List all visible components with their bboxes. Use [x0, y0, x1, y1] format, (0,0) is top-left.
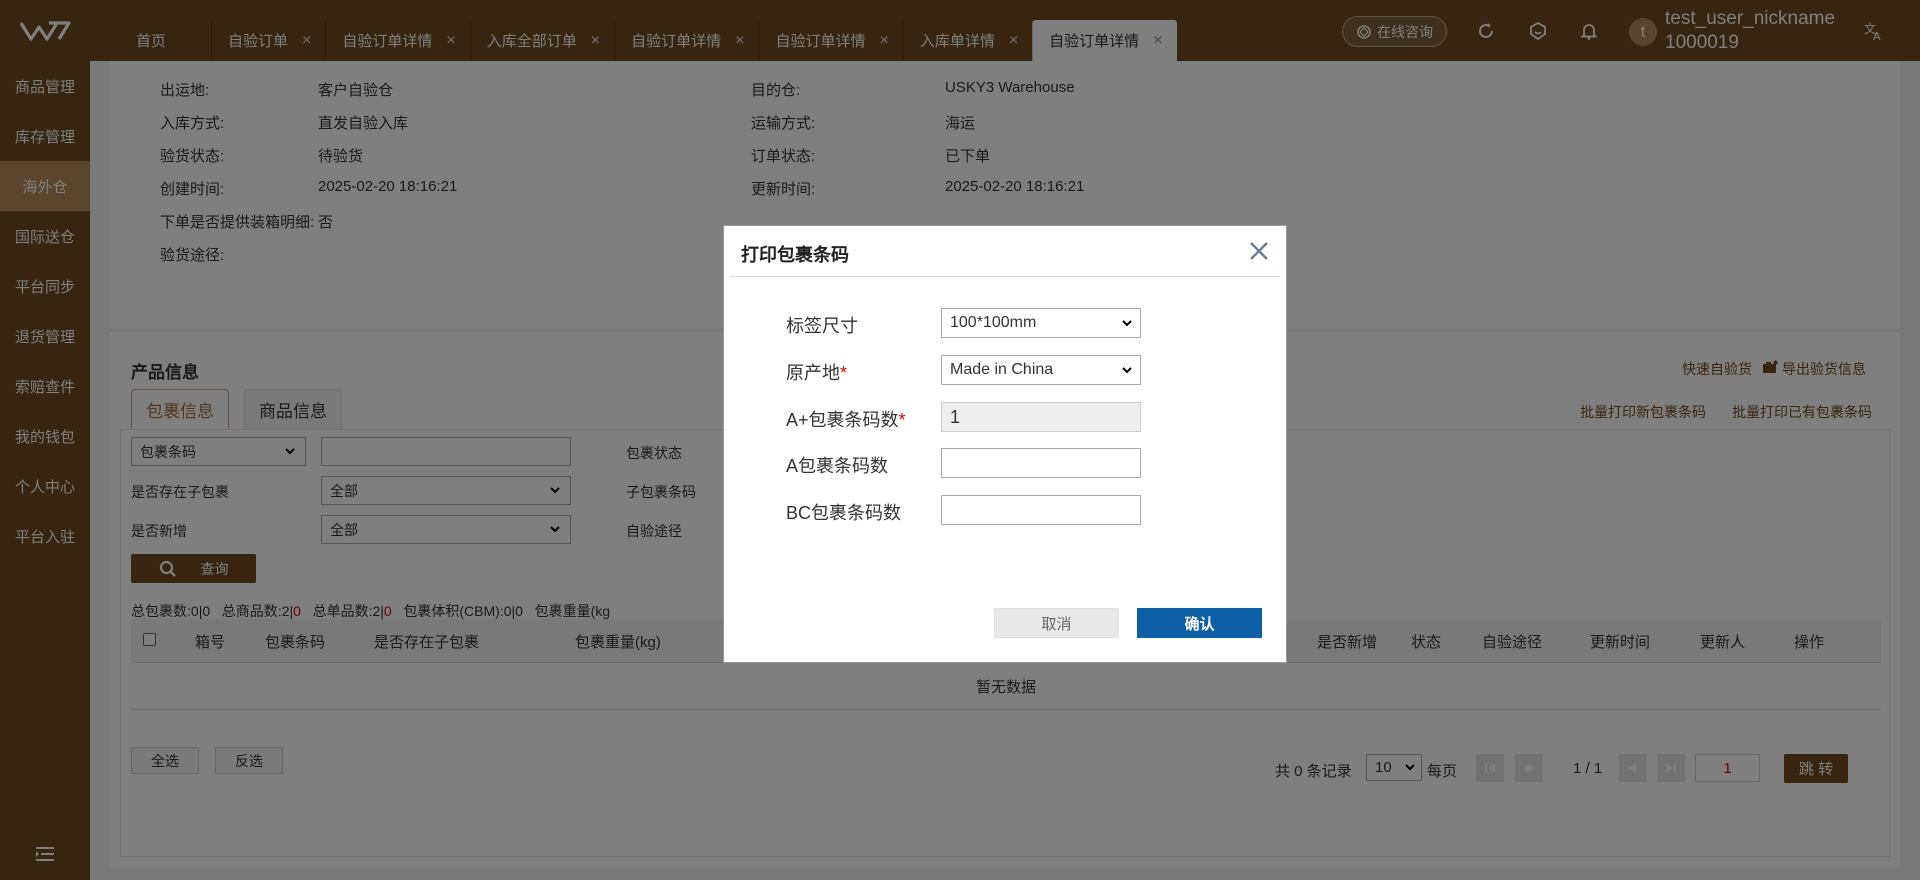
dialog-title: 打印包裹条码: [741, 245, 849, 265]
print-barcode-dialog: 打印包裹条码 标签尺寸 100*100mm 原产地* Made in China A+包…: [723, 225, 1287, 663]
dialog-field-4[interactable]: [941, 495, 1141, 525]
field-label-text: A+包裹条码数: [786, 410, 899, 430]
confirm-button[interactable]: 确认: [1137, 608, 1262, 638]
chevron-down-icon: [1122, 367, 1132, 374]
dialog-field-label: A包裹条码数: [786, 452, 888, 478]
field-label-text: 标签尺寸: [786, 316, 858, 336]
dialog-field-0[interactable]: 100*100mm: [941, 308, 1141, 338]
chevron-down-icon: [1122, 320, 1132, 327]
field-value: 100*100mm: [950, 314, 1037, 331]
field-label-text: BC包裹条码数: [786, 503, 902, 523]
field-value: 1: [950, 406, 961, 427]
dialog-field-label: 原产地*: [786, 359, 847, 385]
required-mark: *: [898, 410, 906, 430]
dialog-field-label: A+包裹条码数*: [786, 406, 906, 432]
field-value: Made in China: [950, 361, 1054, 378]
dialog-field-label: BC包裹条码数: [786, 499, 901, 525]
close-icon[interactable]: [1246, 238, 1272, 264]
dialog-field-1[interactable]: Made in China: [941, 355, 1141, 385]
dialog-field-label: 标签尺寸: [786, 312, 858, 338]
dialog-divider: [730, 276, 1280, 277]
required-mark: *: [840, 363, 848, 383]
cancel-button[interactable]: 取消: [994, 608, 1119, 638]
dialog-field-3[interactable]: [941, 448, 1141, 478]
field-label-text: 原产地: [786, 363, 840, 383]
field-label-text: A包裹条码数: [786, 456, 889, 476]
dialog-field-2: 1: [941, 402, 1141, 432]
